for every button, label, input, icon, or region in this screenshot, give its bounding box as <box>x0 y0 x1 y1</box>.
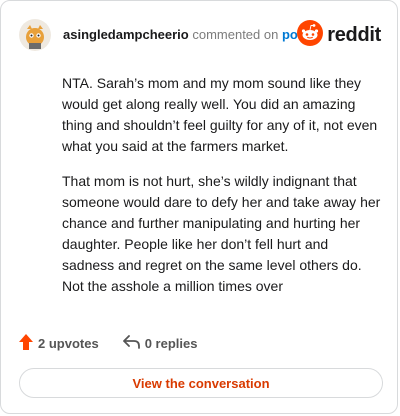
reply-label: 0 replies <box>144 335 198 351</box>
action-text: commented on <box>192 27 279 42</box>
upvote-count[interactable]: 2 upvotes <box>19 333 99 353</box>
reddit-snoo-icon <box>297 19 324 51</box>
reply-count[interactable]: 0 replies <box>122 334 198 352</box>
reddit-logo[interactable]: reddit <box>297 19 381 51</box>
comment-stats: 2 upvotes 0 replies <box>19 333 221 353</box>
comment-paragraph: NTA. Sarah’s mom and my mom sound like t… <box>62 75 378 154</box>
upvote-label: 2 upvotes <box>38 335 99 351</box>
comment-card: asingledampcheerio commented on post red… <box>0 0 398 414</box>
brand-label: reddit <box>327 23 381 46</box>
avatar[interactable] <box>19 19 51 51</box>
reply-arrow-icon <box>122 334 145 352</box>
comment-meta: asingledampcheerio commented on post <box>63 27 309 43</box>
upvote-arrow-icon <box>19 333 38 353</box>
comment-paragraph: That mom is not hurt, she’s wildly indig… <box>62 173 381 294</box>
username[interactable]: asingledampcheerio <box>63 27 189 42</box>
comment-body: NTA. Sarah’s mom and my mom sound like t… <box>62 73 384 311</box>
view-conversation-button[interactable]: View the conversation <box>19 368 383 398</box>
comment-header: asingledampcheerio commented on post red… <box>19 19 381 51</box>
